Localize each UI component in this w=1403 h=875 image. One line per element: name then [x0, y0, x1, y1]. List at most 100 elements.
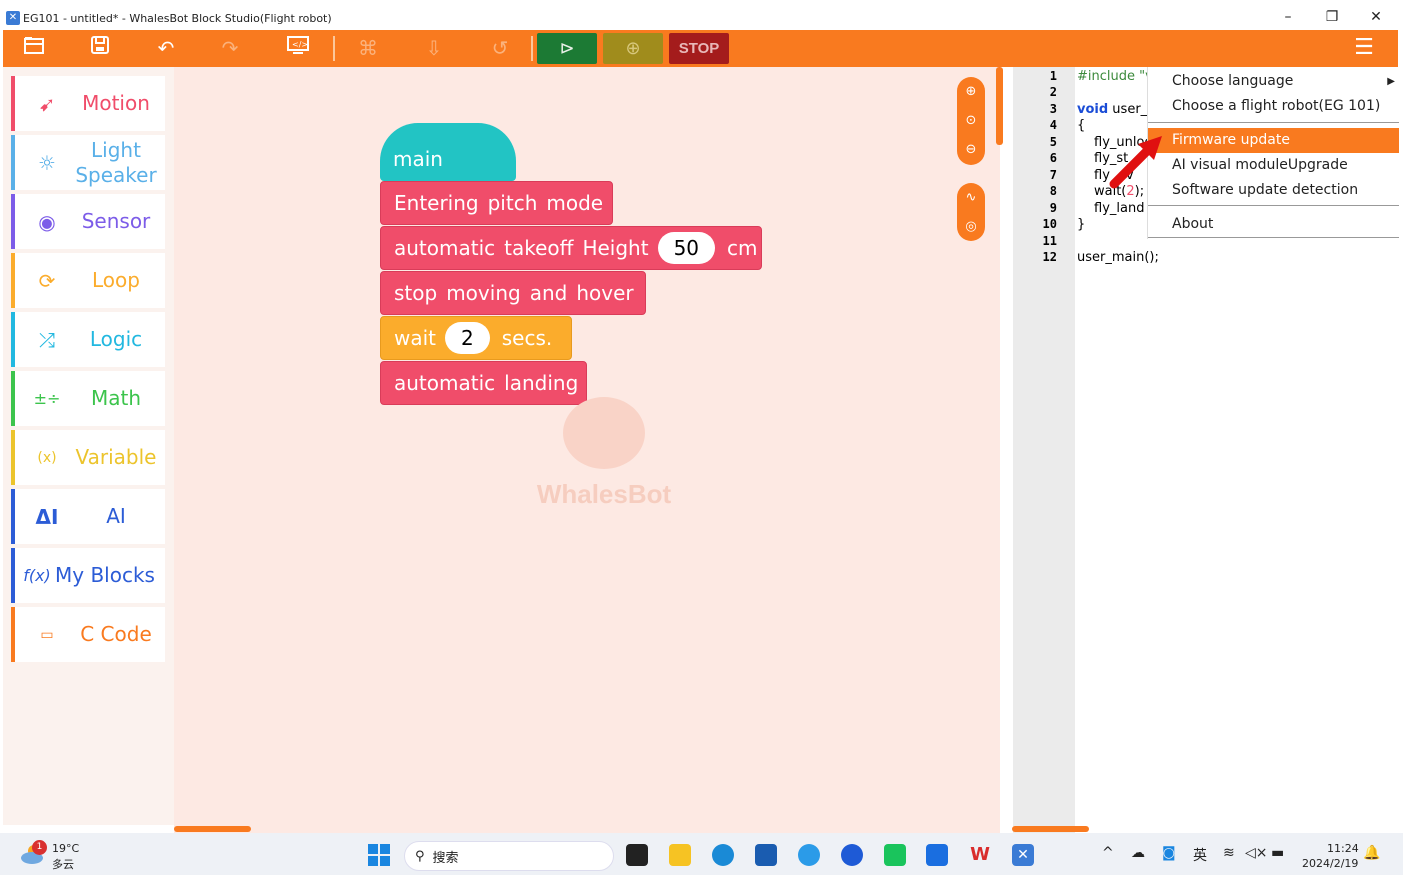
- download-icon[interactable]: ⇩: [419, 34, 449, 62]
- clock-date[interactable]: 2024/2/19: [1302, 857, 1358, 870]
- wifi-icon[interactable]: ≋: [1223, 845, 1235, 861]
- ime-indicator[interactable]: 英: [1193, 845, 1207, 865]
- math-operators-icon: ±÷: [33, 389, 61, 408]
- security-tray-icon[interactable]: ◙: [1162, 845, 1176, 861]
- open-folder-icon[interactable]: [19, 34, 49, 62]
- wait-block[interactable]: wait 2 secs.: [380, 316, 572, 360]
- clock-time[interactable]: 11:24: [1327, 842, 1359, 855]
- menu-item-label: Firmware update: [1172, 132, 1290, 148]
- minimize-button[interactable]: –: [1266, 6, 1310, 30]
- sensor-waves-icon: ◉: [38, 209, 56, 234]
- hover-block[interactable]: stop moving and hover: [380, 271, 646, 315]
- category-ai[interactable]: ΔI AI: [11, 489, 165, 544]
- line-number: 7: [1049, 168, 1057, 182]
- height-input[interactable]: 50: [657, 232, 716, 264]
- file-explorer-icon[interactable]: [669, 844, 691, 866]
- block-word: cm: [727, 236, 758, 260]
- menu-item-software-update[interactable]: Software update detection: [1148, 178, 1399, 203]
- screen-code-icon[interactable]: </>: [283, 34, 313, 62]
- whalesbot-taskbar-icon[interactable]: ✕: [1012, 844, 1034, 866]
- zoom-controls: ⊕ ⊙ ⊖: [957, 77, 985, 165]
- whalesbot-watermark: WhalesBot: [504, 397, 704, 510]
- code-horizontal-scrollbar[interactable]: [1012, 826, 1089, 832]
- block-word: mode: [546, 191, 604, 215]
- block-word: Entering: [394, 191, 479, 215]
- edge-browser-icon[interactable]: [712, 844, 734, 866]
- menu-item-choose-robot[interactable]: Choose a flight robot(EG 101): [1148, 94, 1399, 119]
- store-icon[interactable]: [755, 844, 777, 866]
- category-sensor[interactable]: ◉ Sensor: [11, 194, 165, 249]
- zoom-reset-icon[interactable]: ⊙: [957, 106, 985, 135]
- menu-item-firmware-update[interactable]: Firmware update: [1148, 128, 1399, 153]
- volume-icon[interactable]: ◁×: [1245, 845, 1268, 861]
- close-button[interactable]: ✕: [1354, 6, 1398, 30]
- block-word: hover: [576, 281, 634, 305]
- category-label: My Blocks: [55, 563, 155, 587]
- redo-icon[interactable]: ↷: [215, 34, 245, 62]
- restore-button[interactable]: ❐: [1310, 6, 1354, 30]
- code-text: void user_: [1077, 102, 1147, 117]
- block-word: takeoff: [504, 236, 574, 260]
- category-label: Logic: [89, 327, 143, 351]
- category-loop[interactable]: ⟳ Loop: [11, 253, 165, 308]
- windows-start-icon[interactable]: [368, 844, 390, 866]
- undo-icon[interactable]: ↶: [151, 34, 181, 62]
- block-word: stop: [394, 281, 438, 305]
- category-variable[interactable]: (x) Variable: [11, 430, 165, 485]
- category-c-code[interactable]: ▭ C Code: [11, 607, 165, 662]
- battery-icon[interactable]: ▬: [1271, 845, 1284, 861]
- menu-list-icon[interactable]: ☰: [1350, 35, 1378, 61]
- reset-icon[interactable]: ↺: [485, 34, 515, 62]
- chat-app-icon[interactable]: [884, 844, 906, 866]
- line-number: 10: [1042, 217, 1057, 231]
- code-text: fly_land: [1094, 201, 1145, 216]
- takeoff-block[interactable]: automatic takeoff Height 50 cm: [380, 226, 762, 270]
- search-placeholder: 搜索: [432, 850, 459, 866]
- category-my-blocks[interactable]: f(x) My Blocks: [11, 548, 165, 603]
- code-keyword: void: [1077, 102, 1109, 117]
- taskbar-search-input[interactable]: ⚲ 搜索: [404, 841, 614, 871]
- line-number: 3: [1049, 102, 1057, 116]
- workspace-vertical-scrollbar[interactable]: [996, 67, 1003, 145]
- menu-item-choose-language[interactable]: Choose language ▶: [1148, 69, 1399, 94]
- category-math[interactable]: ±÷ Math: [11, 371, 165, 426]
- run-button[interactable]: ⊳: [537, 33, 597, 64]
- drone-connect-icon[interactable]: ⌘: [353, 34, 383, 62]
- onedrive-cloud-icon[interactable]: ☁: [1131, 845, 1145, 861]
- block-workspace[interactable]: main Entering pitch mode automatic takeo…: [174, 67, 1000, 833]
- workspace-horizontal-scrollbar[interactable]: [174, 826, 251, 832]
- main-hat-block[interactable]: main: [380, 123, 516, 181]
- chevron-up-icon[interactable]: ^: [1102, 845, 1114, 861]
- stop-button[interactable]: STOP: [669, 33, 729, 64]
- upload-run-button[interactable]: ⊕: [603, 33, 663, 64]
- arrow-app-icon[interactable]: [926, 844, 948, 866]
- menu-item-label: AI visual moduleUpgrade: [1172, 157, 1348, 173]
- category-label: Sensor: [81, 209, 151, 233]
- pulse-icon[interactable]: ∿: [957, 183, 985, 212]
- category-sidebar: ➹ Motion ☼ Light Speaker ◉ Sensor ⟳ Loop…: [3, 67, 174, 825]
- ie-browser-icon[interactable]: [798, 844, 820, 866]
- zoom-out-icon[interactable]: ⊖: [957, 135, 985, 164]
- category-label: C Code: [80, 622, 152, 646]
- code-text: #include "v: [1077, 69, 1153, 84]
- wait-seconds-input[interactable]: 2: [445, 322, 490, 354]
- notification-bell-icon[interactable]: 🔔: [1363, 845, 1380, 861]
- category-light-speaker[interactable]: ☼ Light Speaker: [11, 135, 165, 190]
- zoom-in-icon[interactable]: ⊕: [957, 77, 985, 106]
- wps-office-icon[interactable]: W: [969, 844, 991, 866]
- category-logic[interactable]: ⤮ Logic: [11, 312, 165, 367]
- shield-app-icon[interactable]: [841, 844, 863, 866]
- save-icon[interactable]: [85, 34, 115, 62]
- block-label: main: [393, 147, 443, 171]
- download-circle-icon: ⊕: [625, 38, 641, 59]
- settings-dropdown-menu: Choose language ▶ Choose a flight robot(…: [1147, 67, 1399, 239]
- category-label: Light Speaker: [75, 137, 157, 187]
- menu-item-ai-visual-upgrade[interactable]: AI visual moduleUpgrade: [1148, 153, 1399, 178]
- category-motion[interactable]: ➹ Motion: [11, 76, 165, 131]
- locate-icon[interactable]: ◎: [957, 212, 985, 241]
- task-view-icon[interactable]: [626, 844, 648, 866]
- whalesbot-app-icon: ✕: [6, 11, 20, 25]
- pitch-mode-block[interactable]: Entering pitch mode: [380, 181, 613, 225]
- menu-item-about[interactable]: About: [1148, 212, 1399, 237]
- loop-arrows-icon: ⟳: [38, 268, 56, 293]
